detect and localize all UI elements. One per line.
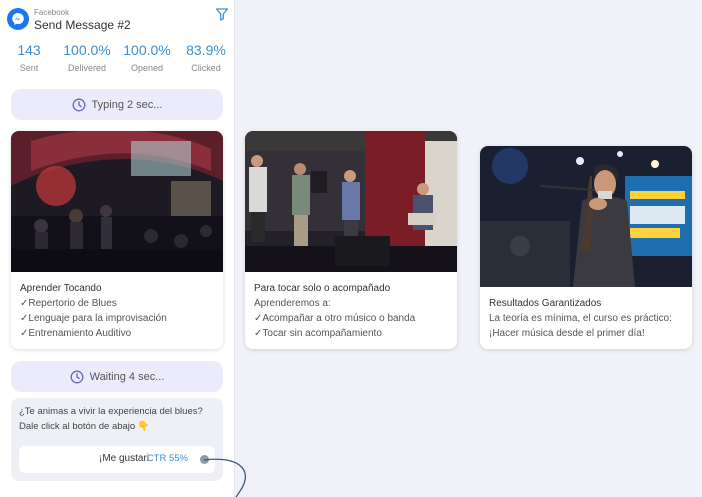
card-line: ✓Repertorio de Blues (20, 298, 117, 309)
text-message[interactable]: ¿Te animas a vivir la experiencia del bl… (11, 398, 223, 481)
stat-value: 100.0% (63, 42, 111, 58)
card-line: ✓Lenguaje para la improvisación (20, 313, 167, 324)
card-line: ✓Entrenamiento Auditivo (20, 328, 132, 339)
card-image (11, 131, 223, 272)
button-label: ¡Me gustari (98, 453, 149, 464)
node-stats: 143 Sent 100.0% Delivered 100.0% Opened … (0, 42, 235, 74)
stat-value: 83.9% (186, 42, 226, 58)
card-content: Aprender Tocando ✓Repertorio de Blues ✓L… (20, 281, 217, 341)
stat-delivered: 100.0% Delivered (58, 42, 116, 73)
node-source: Facebook (34, 8, 70, 17)
filter-icon[interactable] (215, 7, 229, 21)
button-ctr: CTR 55% (146, 453, 188, 464)
waiting-delay[interactable]: Waiting 4 sec... (11, 361, 223, 392)
card-content: Para tocar solo o acompañado Aprenderemo… (254, 281, 451, 341)
card-line: Aprenderemos a: (254, 298, 331, 309)
messenger-icon (7, 8, 29, 30)
stat-clicked: 83.9% Clicked (177, 42, 235, 73)
node-title: Send Message #2 (34, 18, 131, 32)
card-title: Resultados Garantizados (489, 298, 602, 309)
stat-label: Delivered (67, 63, 107, 73)
stat-label: Clicked (191, 63, 221, 73)
stat-label: Opened (130, 63, 164, 73)
stat-sent: 143 Sent (0, 42, 58, 73)
card-content: Resultados Garantizados La teoría es mín… (489, 296, 686, 341)
stat-value: 143 (17, 42, 41, 58)
stat-value: 100.0% (123, 42, 171, 58)
card-line: ¡Hacer música desde el primer día! (489, 328, 645, 339)
connector-line (203, 458, 247, 497)
message-line: ¿Te animas a vivir la experiencia del bl… (19, 406, 203, 417)
card-title: Aprender Tocando (20, 283, 102, 294)
stat-label: Sent (19, 63, 39, 73)
stat-opened: 100.0% Opened (118, 42, 176, 73)
message-button[interactable]: ¡Me gustari CTR 55% (19, 446, 215, 473)
card-image (480, 146, 692, 287)
gallery-card-1[interactable]: Aprender Tocando ✓Repertorio de Blues ✓L… (11, 131, 223, 349)
card-image (245, 131, 457, 272)
message-line: Dale click al botón de abajo 👇 (19, 421, 150, 432)
gallery-card-3[interactable]: Resultados Garantizados La teoría es mín… (480, 146, 692, 349)
message-text: ¿Te animas a vivir la experiencia del bl… (19, 404, 219, 434)
card-title: Para tocar solo o acompañado (254, 283, 391, 294)
card-line: ✓Acompañar a otro músico o banda (254, 313, 416, 324)
card-line: ✓Tocar sin acompañamiento (254, 328, 382, 339)
card-line: La teoría es mínima, el curso es práctic… (489, 313, 672, 324)
waiting-label: Waiting 4 sec... (89, 370, 165, 383)
gallery-card-2[interactable]: Para tocar solo o acompañado Aprenderemo… (245, 131, 457, 349)
typing-label: Typing 2 sec... (91, 98, 163, 111)
clock-icon (72, 98, 85, 111)
node-header: Facebook Send Message #2 (7, 7, 229, 35)
typing-delay[interactable]: Typing 2 sec... (11, 89, 223, 120)
clock-icon (70, 370, 84, 383)
